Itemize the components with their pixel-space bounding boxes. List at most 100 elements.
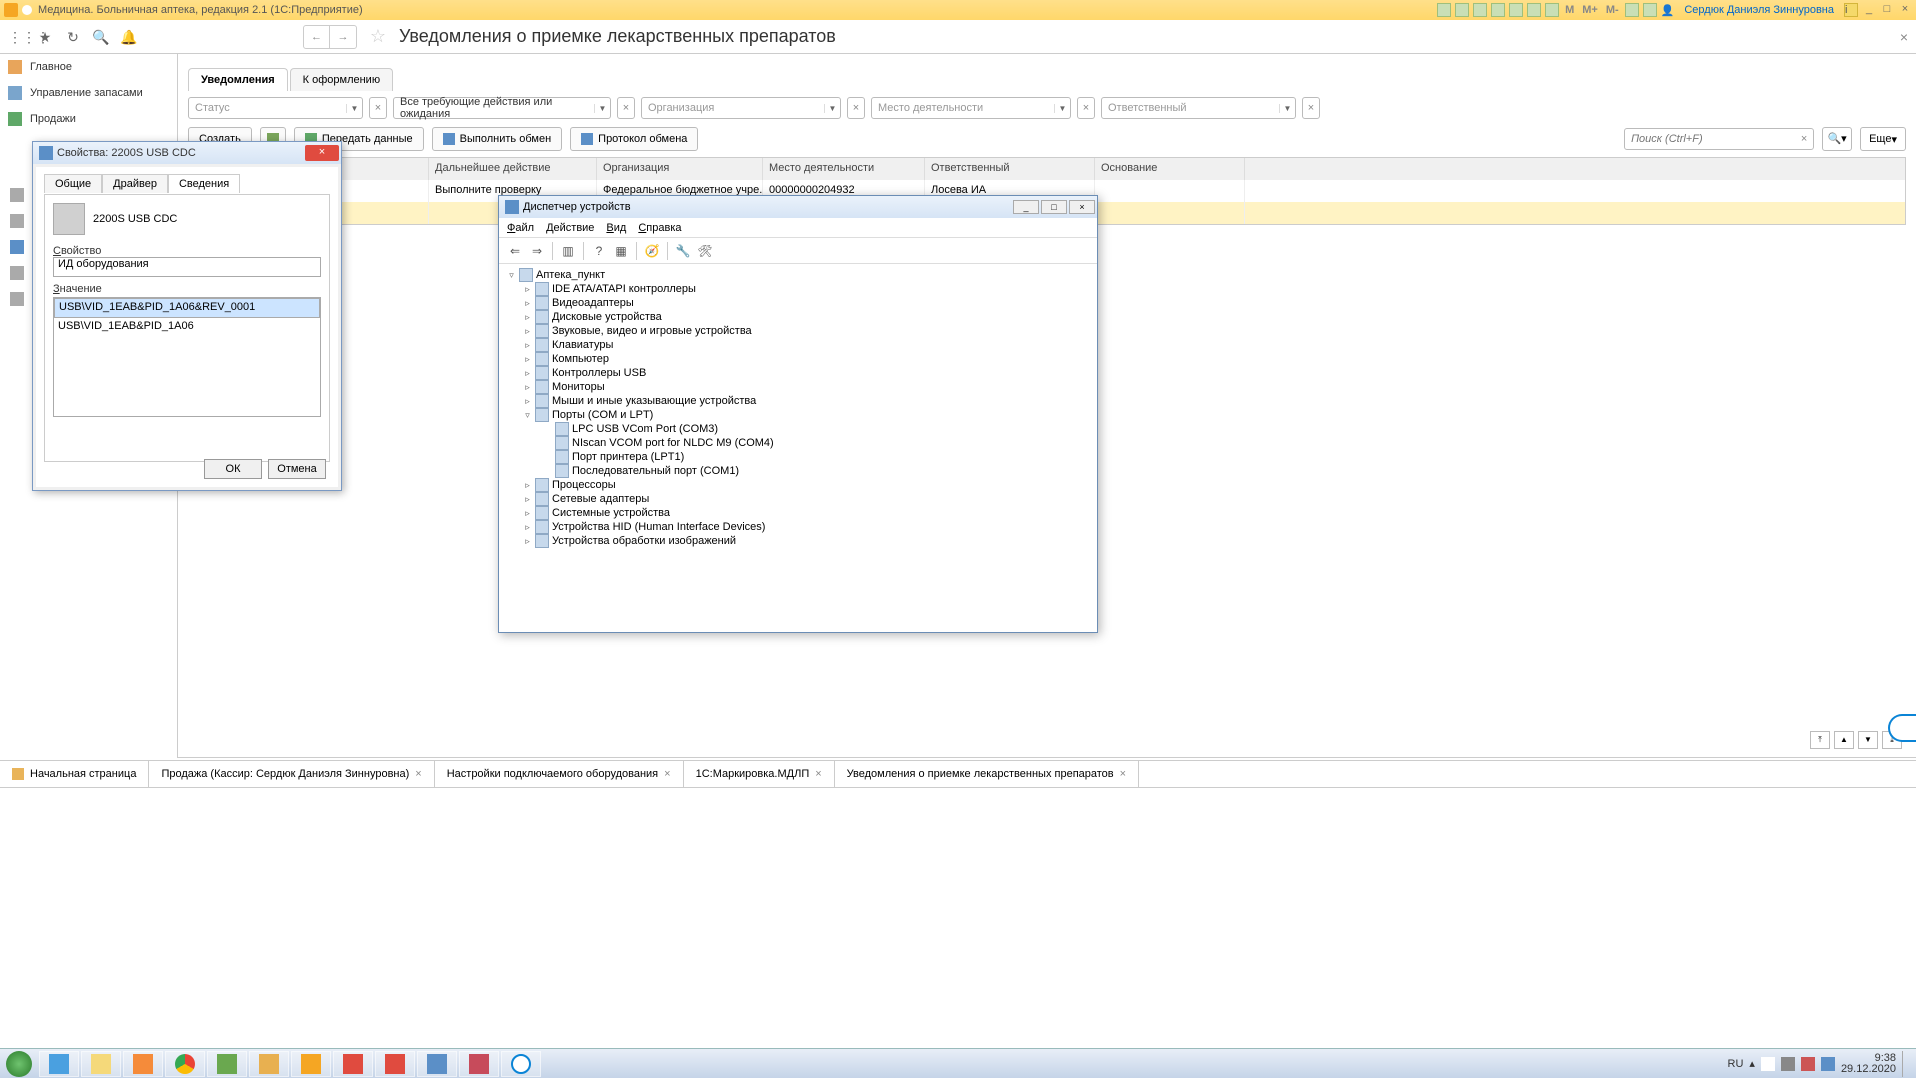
toolbar-icon[interactable] bbox=[1545, 3, 1559, 17]
back-icon[interactable]: ⇐ bbox=[505, 241, 525, 261]
dialog-titlebar[interactable]: Свойства: 2200S USB CDC × bbox=[33, 142, 341, 164]
sidebar-item-home[interactable]: Главное bbox=[0, 54, 177, 80]
tree-root[interactable]: ▿Аптека_пункт bbox=[507, 268, 1089, 282]
tab-details[interactable]: Сведения bbox=[168, 174, 240, 193]
tree-node[interactable]: ▹Дисковые устройства bbox=[507, 310, 1089, 324]
history-icon[interactable]: ↻ bbox=[64, 28, 82, 46]
sidebar-mini-item[interactable] bbox=[0, 182, 34, 208]
toolbar-icon[interactable] bbox=[1437, 3, 1451, 17]
tree-node[interactable]: ▹Компьютер bbox=[507, 352, 1089, 366]
tree-node-port[interactable]: LPC USB VCom Port (COM3) bbox=[507, 422, 1089, 436]
taskbar-explorer[interactable] bbox=[81, 1051, 121, 1077]
start-button[interactable] bbox=[0, 1049, 38, 1079]
taskbar-app[interactable] bbox=[333, 1051, 373, 1077]
close-icon[interactable]: × bbox=[1898, 3, 1912, 17]
btab-mdlp[interactable]: 1С:Маркировка.МДЛП× bbox=[684, 761, 835, 787]
close-icon[interactable]: × bbox=[305, 145, 339, 161]
nav-up-icon[interactable]: ▲ bbox=[1834, 731, 1854, 749]
close-tab-icon[interactable]: × bbox=[415, 768, 421, 780]
btab-notifications[interactable]: Уведомления о приемке лекарственных преп… bbox=[835, 761, 1139, 787]
tree-node[interactable]: ▹Контроллеры USB bbox=[507, 366, 1089, 380]
taskbar-chrome[interactable] bbox=[165, 1051, 205, 1077]
exchange-button[interactable]: Выполнить обмен bbox=[432, 127, 562, 151]
tab-to-process[interactable]: К оформлению bbox=[290, 68, 393, 91]
more-button[interactable]: Еще ▾ bbox=[1860, 127, 1906, 151]
tree-node[interactable]: ▹Звуковые, видео и игровые устройства bbox=[507, 324, 1089, 338]
col-base[interactable]: Основание bbox=[1095, 158, 1245, 180]
chevron-down-icon[interactable]: ▼ bbox=[1054, 104, 1070, 113]
tree-node[interactable]: ▹Мыши и иные указывающие устройства bbox=[507, 394, 1089, 408]
menu-action[interactable]: Действие bbox=[546, 222, 594, 234]
tree-node[interactable]: ▹Устройства обработки изображений bbox=[507, 534, 1089, 548]
filter-resp[interactable]: Ответственный▼ bbox=[1101, 97, 1296, 119]
toolbar-icon[interactable] bbox=[1509, 3, 1523, 17]
forward-button[interactable]: → bbox=[330, 26, 356, 48]
tree-node-port[interactable]: Порт принтера (LPT1) bbox=[507, 450, 1089, 464]
filter-clear-icon[interactable]: × bbox=[1302, 97, 1320, 119]
bell-icon[interactable]: 🔔 bbox=[120, 28, 138, 46]
menu-file[interactable]: Файл bbox=[507, 222, 534, 234]
tree-node[interactable]: ▹Системные устройства bbox=[507, 506, 1089, 520]
clear-search-icon[interactable]: × bbox=[1795, 133, 1813, 145]
protocol-button[interactable]: Протокол обмена bbox=[570, 127, 698, 151]
chevron-down-icon[interactable]: ▼ bbox=[594, 104, 610, 113]
taskbar-1c[interactable] bbox=[291, 1051, 331, 1077]
tray-clock[interactable]: 9:38 29.12.2020 bbox=[1841, 1053, 1896, 1075]
chevron-down-icon[interactable]: ▼ bbox=[824, 104, 840, 113]
close-tab-icon[interactable]: × bbox=[664, 768, 670, 780]
show-desktop-button[interactable] bbox=[1902, 1051, 1910, 1077]
btab-start[interactable]: Начальная страница bbox=[0, 761, 149, 787]
sidebar-mini-item[interactable] bbox=[0, 260, 34, 286]
info-icon[interactable]: i bbox=[1844, 3, 1858, 17]
maximize-icon[interactable]: □ bbox=[1880, 3, 1894, 17]
filter-status[interactable]: Статус▼ bbox=[188, 97, 363, 119]
ok-button[interactable]: ОК bbox=[204, 459, 262, 479]
dm-titlebar[interactable]: Диспетчер устройств _ □ × bbox=[499, 196, 1097, 218]
btab-sales[interactable]: Продажа (Кассир: Сердюк Даниэля Зиннуров… bbox=[149, 761, 434, 787]
maximize-icon[interactable]: □ bbox=[1041, 200, 1067, 214]
apps-icon[interactable]: ⋮⋮⋮ bbox=[8, 28, 26, 46]
help-icon[interactable]: ? bbox=[589, 241, 609, 261]
list-item[interactable]: USB\VID_1EAB&PID_1A06 bbox=[54, 318, 320, 334]
tree-node[interactable]: ▹Клавиатуры bbox=[507, 338, 1089, 352]
taskbar-ie[interactable] bbox=[39, 1051, 79, 1077]
forward-icon[interactable]: ⇒ bbox=[527, 241, 547, 261]
tree-node[interactable]: ▹Процессоры bbox=[507, 478, 1089, 492]
disable-icon[interactable]: 🛠 bbox=[695, 241, 715, 261]
search-button[interactable]: 🔍▾ bbox=[1822, 127, 1852, 151]
tree-node[interactable]: ▹Мониторы bbox=[507, 380, 1089, 394]
taskbar-app[interactable] bbox=[459, 1051, 499, 1077]
calc-m[interactable]: M bbox=[1563, 4, 1576, 16]
taskbar-wmp[interactable] bbox=[123, 1051, 163, 1077]
device-tree[interactable]: ▿Аптека_пункт ▹IDE ATA/ATAPI контроллеры… bbox=[499, 264, 1097, 630]
taskbar-app[interactable] bbox=[207, 1051, 247, 1077]
enable-icon[interactable]: 🔧 bbox=[673, 241, 693, 261]
favorite-star-icon[interactable]: ☆ bbox=[367, 26, 389, 48]
taskbar-app[interactable] bbox=[417, 1051, 457, 1077]
tree-node[interactable]: ▹Видеоадаптеры bbox=[507, 296, 1089, 310]
search-icon[interactable]: 🔍 bbox=[92, 28, 110, 46]
sidebar-item-stock[interactable]: Управление запасами bbox=[0, 80, 177, 106]
tree-node-port[interactable]: Последовательный порт (COM1) bbox=[507, 464, 1089, 478]
tree-icon[interactable]: ▥ bbox=[558, 241, 578, 261]
toolbar-icon[interactable] bbox=[1455, 3, 1469, 17]
list-item[interactable]: USB\VID_1EAB&PID_1A06&REV_0001 bbox=[54, 298, 320, 318]
tab-driver[interactable]: Драйвер bbox=[102, 174, 168, 193]
nav-down-icon[interactable]: ▼ bbox=[1858, 731, 1878, 749]
menu-view[interactable]: Вид bbox=[606, 222, 626, 234]
tree-node[interactable]: ▹Устройства HID (Human Interface Devices… bbox=[507, 520, 1089, 534]
close-page-icon[interactable]: × bbox=[1900, 29, 1908, 45]
calc-mminus[interactable]: M- bbox=[1604, 4, 1621, 16]
toolbar-icon[interactable] bbox=[1473, 3, 1487, 17]
tree-node-ports[interactable]: ▿Порты (COM и LPT) bbox=[507, 408, 1089, 422]
col-action[interactable]: Дальнейшее действие bbox=[429, 158, 597, 180]
chevron-down-icon[interactable]: ▼ bbox=[1279, 104, 1295, 113]
btab-settings[interactable]: Настройки подключаемого оборудования× bbox=[435, 761, 684, 787]
toolbar-icon[interactable] bbox=[1625, 3, 1639, 17]
prop-icon[interactable]: ▦ bbox=[611, 241, 631, 261]
minimize-icon[interactable]: _ bbox=[1013, 200, 1039, 214]
chevron-down-icon[interactable]: ▼ bbox=[346, 104, 362, 113]
tray-network-icon[interactable] bbox=[1821, 1057, 1835, 1071]
menu-help[interactable]: Справка bbox=[638, 222, 681, 234]
nav-first-icon[interactable]: ⤒ bbox=[1810, 731, 1830, 749]
